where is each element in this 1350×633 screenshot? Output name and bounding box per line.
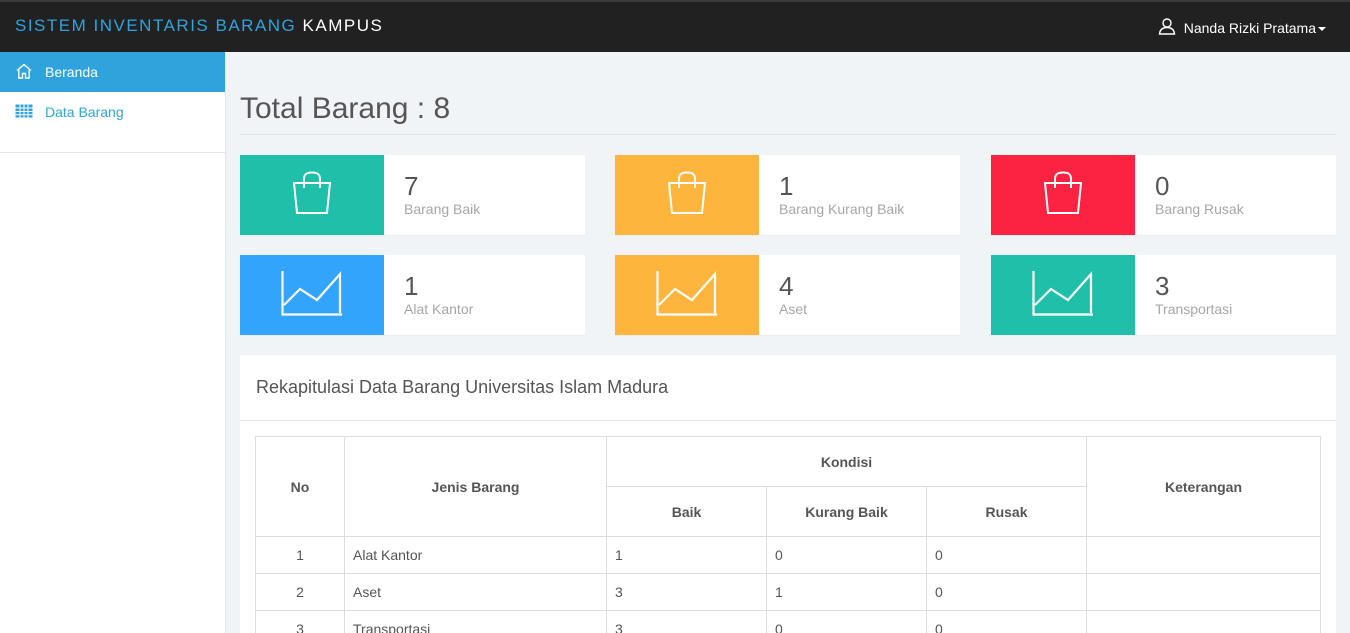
cell-rusak: 0 — [926, 573, 1087, 611]
cell-no: 1 — [255, 536, 345, 574]
bag-icon — [1042, 170, 1084, 220]
table-row: 3 Transportasi 3 0 0 — [255, 610, 1321, 633]
top-navbar: SISTEM INVENTARIS BARANG KAMPUS Nanda Ri… — [0, 0, 1350, 52]
stat-label: Barang Rusak — [1155, 201, 1244, 217]
cell-no: 2 — [255, 573, 345, 611]
stat-card-alat-kantor[interactable]: 1 Alat Kantor — [240, 255, 585, 335]
stat-icon-box — [991, 255, 1135, 335]
table-icon — [15, 104, 33, 121]
cell-rusak: 0 — [926, 610, 1087, 633]
stat-value: 3 — [1155, 271, 1170, 301]
cell-rusak: 0 — [926, 536, 1087, 574]
sidebar-divider — [0, 152, 225, 153]
cell-jenis: Transportasi — [344, 610, 607, 633]
cell-jenis: Alat Kantor — [344, 536, 607, 574]
cell-baik: 1 — [606, 536, 767, 574]
user-name: Nanda Rizki Pratama — [1183, 19, 1316, 36]
sidebar-item-label: Beranda — [45, 64, 98, 80]
cell-keterangan — [1086, 610, 1321, 633]
brand-main-text: SISTEM INVENTARIS BARANG — [15, 16, 297, 35]
home-icon — [15, 63, 33, 82]
stat-icon-box — [991, 155, 1135, 235]
cell-keterangan — [1086, 573, 1321, 611]
chevron-down-icon — [1318, 26, 1326, 31]
sidebar-item-data-barang[interactable]: Data Barang — [0, 92, 225, 132]
stat-label: Barang Kurang Baik — [779, 201, 905, 217]
area-chart-icon — [281, 270, 343, 321]
cell-kurang-baik: 0 — [766, 536, 927, 574]
col-header-jenis-barang: Jenis Barang — [344, 436, 607, 537]
col-header-kurang-baik: Kurang Baik — [766, 486, 927, 537]
cell-kurang-baik: 0 — [766, 610, 927, 633]
cell-jenis: Aset — [344, 573, 607, 611]
stat-value: 0 — [1155, 171, 1170, 201]
col-header-keterangan: Keterangan — [1086, 436, 1321, 537]
panel-title: Rekapitulasi Data Barang Universitas Isl… — [240, 355, 1336, 421]
stat-label: Barang Baik — [404, 201, 481, 217]
page-title: Total Barang : 8 — [240, 92, 451, 125]
table-row: 1 Alat Kantor 1 0 0 — [255, 536, 1321, 574]
sidebar: Beranda Data Barang — [0, 52, 226, 633]
bag-icon — [291, 170, 333, 220]
recap-panel: Rekapitulasi Data Barang Universitas Isl… — [240, 355, 1336, 633]
col-header-kondisi: Kondisi — [606, 436, 1087, 487]
title-divider — [240, 134, 1336, 135]
table-row: 2 Aset 3 1 0 — [255, 573, 1321, 611]
cell-baik: 3 — [606, 573, 767, 611]
stat-card-transportasi[interactable]: 3 Transportasi — [991, 255, 1336, 335]
bag-icon — [666, 170, 708, 220]
stat-card-barang-rusak[interactable]: 0 Barang Rusak — [991, 155, 1336, 235]
stat-value: 4 — [779, 271, 794, 301]
brand-accent-text: KAMPUS — [302, 16, 384, 35]
cell-kurang-baik: 1 — [766, 573, 927, 611]
user-icon — [1158, 17, 1176, 38]
cell-baik: 3 — [606, 610, 767, 633]
stat-card-barang-baik[interactable]: 7 Barang Baik — [240, 155, 585, 235]
col-header-rusak: Rusak — [926, 486, 1087, 537]
cell-keterangan — [1086, 536, 1321, 574]
stat-icon-box — [240, 155, 384, 235]
stat-icon-box — [615, 255, 759, 335]
stat-value: 1 — [779, 171, 794, 201]
stat-icon-box — [615, 155, 759, 235]
area-chart-icon — [656, 270, 718, 321]
cell-no: 3 — [255, 610, 345, 633]
col-header-no: No — [255, 436, 345, 537]
stat-value: 1 — [404, 271, 419, 301]
stat-label: Transportasi — [1155, 301, 1233, 317]
stat-label: Alat Kantor — [404, 301, 474, 317]
col-header-baik: Baik — [606, 486, 767, 537]
sidebar-item-beranda[interactable]: Beranda — [0, 52, 225, 92]
recap-table: No Jenis Barang Kondisi Keterangan Baik … — [255, 436, 1321, 633]
stat-value: 7 — [404, 171, 419, 201]
sidebar-item-label: Data Barang — [45, 104, 124, 120]
stat-card-aset[interactable]: 4 Aset — [615, 255, 960, 335]
stat-label: Aset — [779, 301, 808, 317]
stat-icon-box — [240, 255, 384, 335]
app-brand[interactable]: SISTEM INVENTARIS BARANG KAMPUS — [15, 16, 383, 36]
user-menu[interactable]: Nanda Rizki Pratama — [1158, 17, 1326, 38]
stat-card-barang-kurang-baik[interactable]: 1 Barang Kurang Baik — [615, 155, 960, 235]
area-chart-icon — [1032, 270, 1094, 321]
